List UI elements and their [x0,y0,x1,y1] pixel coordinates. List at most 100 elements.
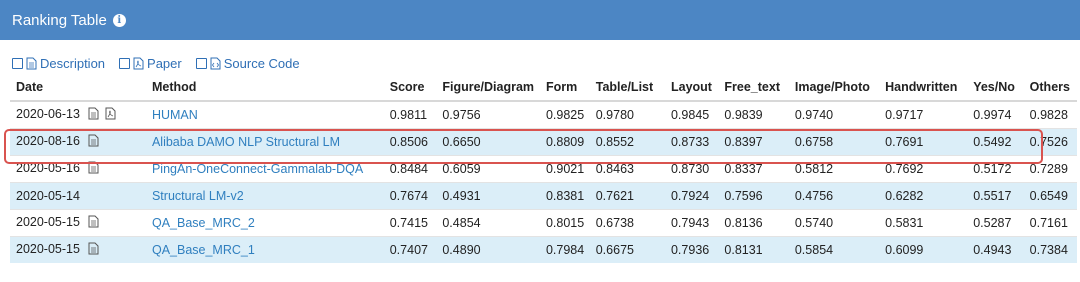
table-row: 2020-05-14 Structural LM-v2 0.7674 0.4931 0.… [10,182,1077,210]
score-cell: 0.5287 [967,209,1024,237]
score-cell: 0.7691 [879,128,968,156]
date-cell: 2020-06-13 [10,100,146,129]
score-cell: 0.8136 [718,209,789,237]
score-cell: 0.7924 [664,182,719,210]
score-cell: 0.4931 [436,182,540,210]
score-cell: 0.9740 [788,100,880,129]
score-cell: 0.7384 [1023,236,1077,263]
column-header[interactable]: Others [1023,76,1077,102]
panel-title: Ranking Table [12,11,107,29]
score-cell: 0.5740 [788,209,880,237]
score-cell: 0.9780 [589,100,665,129]
score-cell: 0.8381 [539,182,590,210]
score-cell: 0.7161 [1023,209,1077,237]
score-cell: 0.6099 [879,236,968,263]
column-header[interactable]: Form [539,76,590,102]
legend-label: Description [40,56,106,71]
document-icon[interactable] [88,242,99,258]
date-cell: 2020-05-14 [10,182,146,210]
score-cell: 0.9845 [664,100,719,129]
date-cell: 2020-05-15 [10,236,146,263]
legend-item-source-code[interactable]: Source Code [195,56,300,71]
pdf-icon[interactable] [105,107,116,123]
panel-header: Ranking Table i [0,0,1080,40]
score-cell: 0.5172 [967,155,1024,183]
score-cell: 0.4854 [436,209,540,237]
column-header[interactable]: Handwritten [879,76,968,102]
document-icon[interactable] [88,215,99,231]
table-row: 2020-05-15 QA_Base_MRC_2 0.7415 0.4854 0.801… [10,209,1077,237]
score-cell: 0.5831 [879,209,968,237]
method-link[interactable]: HUMAN [145,100,384,129]
score-cell: 0.6549 [1023,182,1077,210]
code-icon [210,57,221,70]
checkbox[interactable] [12,58,23,69]
table-row: 2020-05-16 PingAn-OneConnect-Gammalab-DQA… [10,155,1077,183]
document-icon [26,57,37,70]
date-text: 2020-05-16 [16,161,80,175]
score-cell: 0.4943 [967,236,1024,263]
column-header[interactable]: Image/Photo [788,76,880,102]
score-cell: 0.8397 [718,128,789,156]
score-cell: 0.6282 [879,182,968,210]
column-header[interactable]: Date [10,76,146,102]
score-cell: 0.7526 [1023,128,1077,156]
score-cell: 0.9825 [539,100,590,129]
score-cell: 0.8809 [539,128,590,156]
score-cell: 0.5517 [967,182,1024,210]
score-cell: 0.7984 [539,236,590,263]
checkbox[interactable] [119,58,131,69]
legend-label: Source Code [223,56,300,71]
column-header[interactable]: Figure/Diagram [436,76,540,102]
score-cell: 0.8015 [539,209,590,237]
score-cell: 0.6758 [788,128,880,156]
score-cell: 0.4756 [788,182,880,210]
score-cell: 0.7621 [589,182,665,210]
table-header-row: Date Method Score Figure/Diagram Form Table/L… [10,76,1077,102]
date-cell: 2020-05-15 [10,209,146,237]
method-link[interactable]: PingAn-OneConnect-Gammalab-DQA [145,155,384,183]
document-icon[interactable] [88,134,99,150]
method-link[interactable]: Structural LM-v2 [145,182,384,210]
info-circle-icon[interactable]: i [112,13,126,27]
score-cell: 0.7692 [879,155,968,183]
score-cell: 0.8337 [718,155,789,183]
table-row: 2020-06-13 HUMAN 0.9811 0.9756 0.9825 0.9780 0… [10,100,1077,129]
score-cell: 0.9974 [967,100,1024,129]
column-header[interactable]: Table/List [589,76,665,102]
method-link[interactable]: Alibaba DAMO NLP Structural LM [145,128,384,156]
column-header[interactable]: Layout [664,76,719,102]
column-header[interactable]: Score [383,76,437,102]
ranking-table: Date Method Score Figure/Diagram Form Table/L… [10,76,1077,263]
score-cell: 0.8484 [383,155,437,183]
method-link[interactable]: QA_Base_MRC_1 [145,236,384,263]
document-icon[interactable] [88,107,99,123]
score-cell: 0.6738 [589,209,665,237]
document-icon[interactable] [88,161,99,177]
score-cell: 0.4890 [436,236,540,263]
score-cell: 0.7407 [383,236,437,263]
score-cell: 0.8552 [589,128,665,156]
legend-item-description[interactable]: Description [12,56,105,71]
legend-item-paper[interactable]: Paper [119,56,182,71]
method-link[interactable]: QA_Base_MRC_2 [145,209,384,237]
score-cell: 0.9839 [718,100,789,129]
column-header[interactable]: Method [145,76,384,102]
score-cell: 0.8463 [589,155,665,183]
score-cell: 0.5854 [788,236,880,263]
legend-label: Paper [147,56,182,71]
score-cell: 0.9717 [879,100,968,129]
score-cell: 0.8506 [383,128,437,156]
legend: Description Paper Source Code [12,56,300,71]
checkbox[interactable] [195,58,207,69]
column-header[interactable]: Yes/No [967,76,1024,102]
date-text: 2020-05-14 [16,189,80,203]
date-text: 2020-05-15 [16,242,80,256]
score-cell: 0.7596 [718,182,789,210]
score-cell: 0.9021 [539,155,590,183]
column-header[interactable]: Free_text [718,76,789,102]
score-cell: 0.9811 [383,100,437,129]
score-cell: 0.6675 [589,236,665,263]
score-cell: 0.7936 [664,236,719,263]
score-cell: 0.5492 [967,128,1024,156]
